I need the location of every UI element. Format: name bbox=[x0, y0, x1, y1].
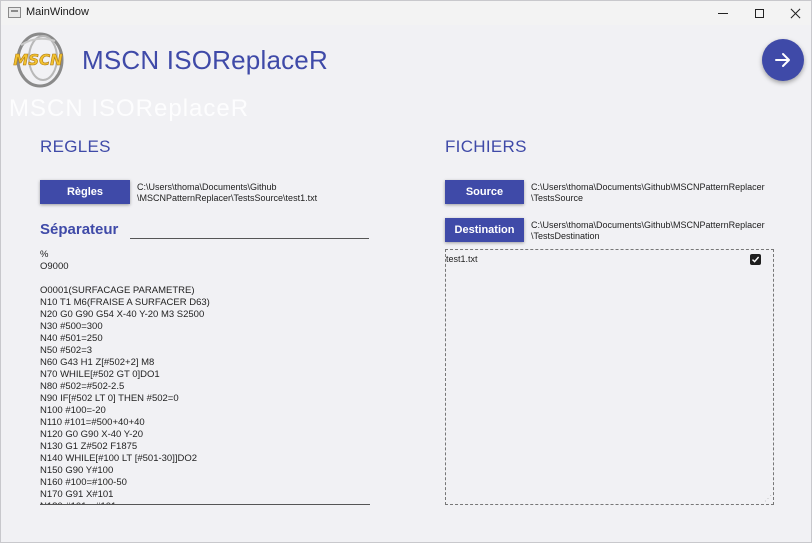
source-button[interactable]: Source bbox=[445, 180, 524, 204]
maximize-icon bbox=[754, 8, 764, 18]
checkmark-icon bbox=[752, 256, 760, 263]
app-title: MSCN ISOReplaceR bbox=[82, 45, 328, 75]
file-name: test1.txt bbox=[446, 254, 478, 264]
files-section-title: FICHIERS bbox=[445, 137, 527, 156]
destination-button[interactable]: Destination bbox=[445, 218, 524, 242]
content-line: N120 G0 G90 X-40 Y-20 bbox=[40, 429, 143, 440]
content-line: N60 G43 H1 Z[#502+2] M8 bbox=[40, 357, 155, 368]
main-window: MainWindow MSCN MSCN ISOReplaceR MSCN IS… bbox=[0, 0, 812, 543]
content-line: N10 T1 M6(FRAISE A SURFACER D63) bbox=[40, 297, 210, 308]
separator-label: Séparateur bbox=[40, 221, 119, 238]
app-window-icon bbox=[8, 7, 21, 18]
rules-file-path: C:\Users\thoma\Documents\Github \MSCNPat… bbox=[137, 182, 318, 203]
rules-section-title: REGLES bbox=[40, 137, 111, 156]
content-line: N180 #101=-#101 bbox=[40, 501, 370, 504]
close-button[interactable] bbox=[777, 1, 811, 25]
window-title: MainWindow bbox=[26, 6, 89, 18]
content-line: % bbox=[40, 249, 49, 260]
rules-button[interactable]: Règles bbox=[40, 180, 130, 204]
maximize-button[interactable] bbox=[741, 1, 777, 25]
file-list[interactable]: test1.txt ⋰ bbox=[445, 249, 774, 505]
content-line: N100 #100=-20 bbox=[40, 405, 106, 416]
content-line: N150 G90 Y#100 bbox=[40, 465, 114, 476]
list-item[interactable]: test1.txt bbox=[446, 253, 773, 267]
title-bar[interactable]: MainWindow bbox=[1, 1, 811, 25]
logo-text: MSCN bbox=[13, 51, 63, 69]
source-path: C:\Users\thoma\Documents\Github\MSCNPatt… bbox=[531, 182, 765, 203]
separator-input[interactable] bbox=[130, 238, 369, 239]
content-line: N130 G1 Z#502 F1875 bbox=[40, 441, 138, 452]
content-line: O9000 bbox=[40, 261, 69, 272]
resize-grip-icon[interactable]: ⋰ bbox=[764, 495, 772, 503]
content-line: N170 G91 X#101 bbox=[40, 489, 114, 500]
destination-path: C:\Users\thoma\Documents\Github\MSCNPatt… bbox=[531, 220, 765, 241]
content-line: N70 WHILE[#502 GT 0]DO1 bbox=[40, 369, 160, 380]
content-line: N50 #502=3 bbox=[40, 345, 93, 356]
content-line: N140 WHILE[#100 LT [#501-30]]DO2 bbox=[40, 453, 198, 464]
arrow-right-icon bbox=[775, 53, 790, 67]
rules-content-textarea[interactable]: % O9000 O0001(SURFACAGE PARAMETRE) N10 T1 M… bbox=[40, 249, 370, 505]
close-icon bbox=[790, 8, 801, 19]
ghost-title: MSCN ISOReplaceR bbox=[9, 95, 250, 122]
file-checkbox[interactable] bbox=[750, 254, 761, 265]
minimize-icon bbox=[718, 12, 728, 14]
content-line: N110 #101=#500+40+40 bbox=[40, 417, 145, 428]
next-button[interactable] bbox=[762, 39, 804, 81]
content-line: O0001(SURFACAGE PARAMETRE) bbox=[40, 285, 195, 296]
content-line: N90 IF[#502 LT 0] THEN #502=0 bbox=[40, 393, 179, 404]
minimize-button[interactable] bbox=[705, 1, 741, 25]
content-line: N40 #501=250 bbox=[40, 333, 103, 344]
content-line: N80 #502=#502-2.5 bbox=[40, 381, 125, 392]
content-line bbox=[40, 273, 370, 285]
content-line: N30 #500=300 bbox=[40, 321, 103, 332]
content-line: N20 G0 G90 G54 X-40 Y-20 M3 S2500 bbox=[40, 309, 205, 320]
mscn-logo: MSCN bbox=[13, 32, 64, 88]
content-line: N160 #100=#100-50 bbox=[40, 477, 127, 488]
